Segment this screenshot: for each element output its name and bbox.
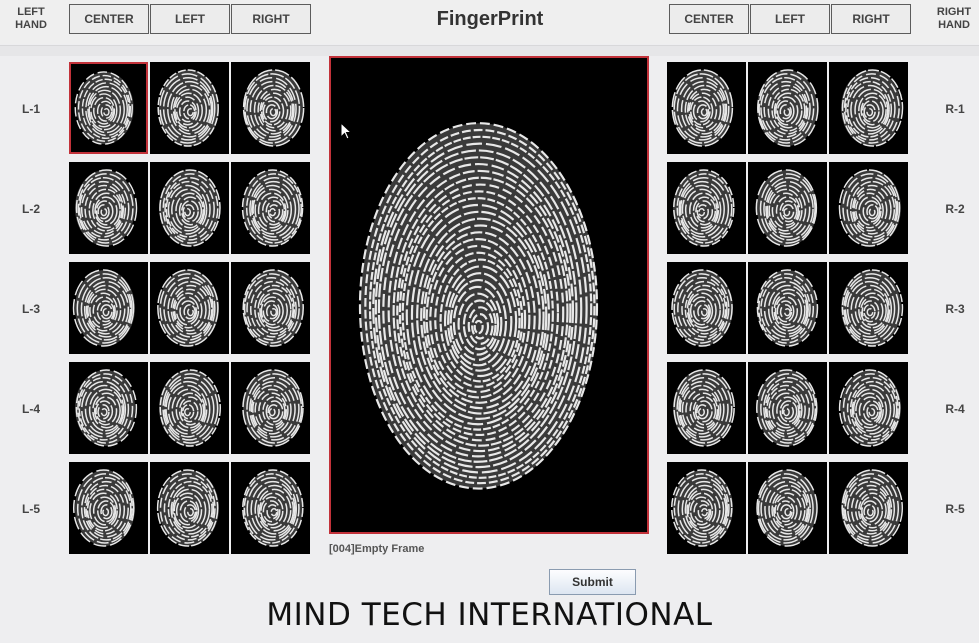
left-center-button[interactable]: CENTER (69, 4, 149, 34)
fingerprint-thumb-image (242, 469, 304, 547)
left-thumb-1-right[interactable] (231, 62, 310, 154)
left-row-label: L-5 (22, 502, 40, 516)
left-thumb-1-center[interactable] (69, 62, 148, 154)
fingerprint-thumb-image (74, 71, 134, 145)
fingerprint-image (358, 122, 599, 490)
left-row-label: L-4 (22, 402, 40, 416)
fingerprint-thumb-image (673, 369, 735, 447)
fingerprint-thumb-image (157, 69, 219, 147)
mouse-cursor-icon (340, 122, 352, 140)
left-thumb-3-left[interactable] (150, 262, 229, 354)
fingerprint-thumb-image (838, 369, 901, 447)
right-thumb-2-center[interactable] (667, 162, 746, 254)
fingerprint-thumb-image (841, 469, 904, 547)
left-thumb-5-left[interactable] (150, 462, 229, 554)
status-text: [004]Empty Frame (329, 543, 425, 555)
left-right-button[interactable]: RIGHT (231, 4, 311, 34)
left-thumb-4-center[interactable] (69, 362, 148, 454)
left-thumb-3-right[interactable] (231, 262, 310, 354)
fingerprint-thumb-image (72, 269, 135, 347)
right-hand-label: RIGHT HAND (936, 6, 972, 31)
right-row-label: R-4 (945, 402, 965, 416)
fingerprint-thumb-image (156, 469, 219, 547)
fingerprint-thumb-image (159, 169, 221, 247)
fingerprint-thumb-image (756, 269, 819, 347)
left-thumb-2-right[interactable] (231, 162, 310, 254)
fingerprint-thumb-image (72, 469, 135, 547)
fingerprint-thumb-image (673, 169, 735, 247)
left-row-label: L-2 (22, 202, 40, 216)
fingerprint-thumb-image (671, 69, 734, 147)
left-hand-label: LEFT HAND (15, 6, 47, 31)
fingerprint-thumb-image (75, 369, 138, 447)
submit-button[interactable]: Submit (549, 569, 636, 595)
right-thumb-3-center[interactable] (667, 262, 746, 354)
header-divider (0, 45, 979, 56)
fingerprint-thumb-image (838, 169, 901, 247)
fingerprint-thumb-image (756, 369, 818, 447)
right-left-button[interactable]: LEFT (750, 4, 830, 34)
right-right-button[interactable]: RIGHT (831, 4, 911, 34)
right-thumb-3-left[interactable] (748, 262, 827, 354)
right-thumb-1-right[interactable] (829, 62, 908, 154)
left-thumb-3-center[interactable] (69, 262, 148, 354)
right-thumb-2-left[interactable] (748, 162, 827, 254)
left-thumb-5-right[interactable] (231, 462, 310, 554)
fingerprint-thumb-image (841, 269, 904, 347)
left-thumb-2-center[interactable] (69, 162, 148, 254)
right-thumb-3-right[interactable] (829, 262, 908, 354)
fingerprint-thumb-image (242, 369, 304, 447)
fingerprint-thumb-image (671, 469, 733, 547)
fingerprint-thumb-image (756, 469, 818, 547)
right-thumb-1-center[interactable] (667, 62, 746, 154)
main-fingerprint-preview (329, 56, 649, 534)
right-thumb-5-left[interactable] (748, 462, 827, 554)
right-thumb-2-right[interactable] (829, 162, 908, 254)
left-thumb-4-left[interactable] (150, 362, 229, 454)
brand-text: MIND TECH INTERNATIONAL (266, 597, 713, 633)
right-thumb-5-center[interactable] (667, 462, 746, 554)
left-thumb-4-right[interactable] (231, 362, 310, 454)
right-row-label: R-3 (945, 302, 965, 316)
right-thumb-5-right[interactable] (829, 462, 908, 554)
right-thumb-4-center[interactable] (667, 362, 746, 454)
right-thumb-4-left[interactable] (748, 362, 827, 454)
left-thumb-2-left[interactable] (150, 162, 229, 254)
right-thumb-1-left[interactable] (748, 62, 827, 154)
left-left-button[interactable]: LEFT (150, 4, 230, 34)
page-title: FingerPrint (436, 8, 544, 30)
fingerprint-thumb-image (841, 69, 904, 147)
fingerprint-thumb-image (671, 269, 733, 347)
fingerprint-thumb-image (159, 369, 222, 447)
fingerprint-thumb-image (157, 269, 219, 347)
left-thumb-1-left[interactable] (150, 62, 229, 154)
fingerprint-thumb-image (242, 69, 305, 147)
right-center-button[interactable]: CENTER (669, 4, 749, 34)
right-row-label: R-5 (945, 502, 965, 516)
left-row-label: L-3 (22, 302, 40, 316)
left-thumb-5-center[interactable] (69, 462, 148, 554)
fingerprint-thumb-image (242, 269, 304, 347)
fingerprint-thumb-image (755, 169, 818, 247)
right-row-label: R-2 (945, 202, 965, 216)
right-thumb-4-right[interactable] (829, 362, 908, 454)
fingerprint-thumb-image (75, 169, 138, 247)
right-row-label: R-1 (945, 102, 965, 116)
fingerprint-thumb-image (757, 69, 819, 147)
left-row-label: L-1 (22, 102, 40, 116)
fingerprint-thumb-image (241, 169, 304, 247)
